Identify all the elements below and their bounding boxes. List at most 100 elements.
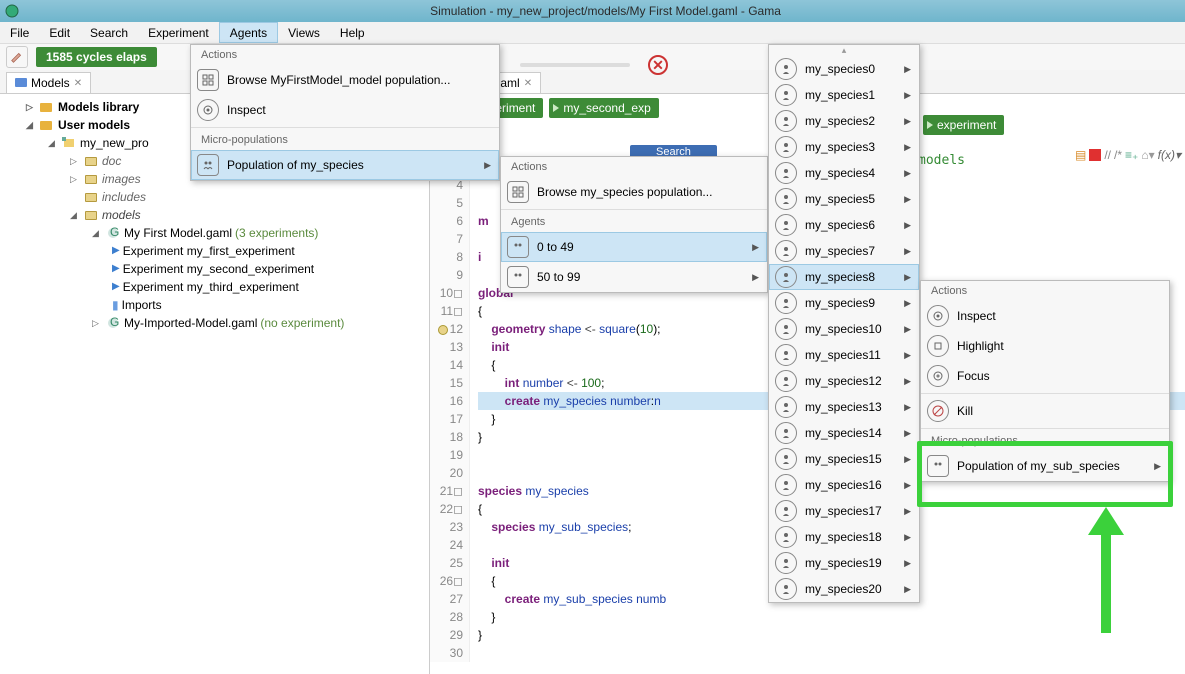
tree-user-models[interactable]: User models: [58, 116, 130, 134]
title-bar: Simulation - my_new_project/models/My Fi…: [0, 0, 1185, 22]
species-label: my_species14: [805, 426, 882, 440]
population-submenu: Actions Browse my_species population... …: [500, 156, 768, 293]
species-item-10[interactable]: my_species10▶: [769, 316, 919, 342]
menu-browse-species-population[interactable]: Browse my_species population...: [501, 177, 767, 207]
temple-icon[interactable]: ⌂▾: [1141, 148, 1154, 162]
species-label: my_species18: [805, 530, 882, 544]
menu-file[interactable]: File: [0, 22, 39, 43]
indent-icon[interactable]: ≡₊: [1125, 148, 1138, 162]
tree-imported-model[interactable]: My-Imported-Model.gaml: [124, 314, 257, 332]
run-third-experiment-button[interactable]: experiment: [923, 115, 1004, 135]
tree-exp1[interactable]: Experiment my_first_experiment: [123, 242, 295, 260]
experiment-label: experiment: [937, 118, 996, 132]
menu-population-species[interactable]: Population of my_species ▶: [191, 150, 499, 180]
agent-actions-dropdown: Actions Inspect Highlight Focus Kill Mic…: [920, 280, 1170, 482]
menu-focus-agent[interactable]: Focus: [921, 361, 1169, 391]
menu-highlight-agent[interactable]: Highlight: [921, 331, 1169, 361]
species-label: my_species6: [805, 218, 875, 232]
species-item-15[interactable]: my_species15▶: [769, 446, 919, 472]
folder-icon: [15, 76, 27, 90]
close-icon[interactable]: ✕: [524, 78, 532, 89]
chevron-right-icon: ▶: [904, 506, 911, 517]
species-item-19[interactable]: my_species19▶: [769, 550, 919, 576]
species-item-7[interactable]: my_species7▶: [769, 238, 919, 264]
species-item-5[interactable]: my_species5▶: [769, 186, 919, 212]
comment-icon[interactable]: //: [1104, 148, 1111, 162]
species-label: my_species13: [805, 400, 882, 414]
tree-first-model[interactable]: My First Model.gaml: [124, 224, 232, 242]
tree-exp3[interactable]: Experiment my_third_experiment: [123, 278, 299, 296]
stop-square-icon[interactable]: [1089, 149, 1101, 161]
chevron-right-icon: ▶: [904, 90, 911, 101]
tree-project[interactable]: my_new_pro: [80, 134, 149, 152]
section-micro: Micro-populations: [191, 130, 499, 150]
fx-icon[interactable]: f(x)▾: [1158, 148, 1181, 162]
menu-search[interactable]: Search: [80, 22, 138, 43]
menu-kill-agent[interactable]: Kill: [921, 396, 1169, 426]
menu-views[interactable]: Views: [278, 22, 330, 43]
species-item-17[interactable]: my_species17 ▶: [769, 498, 919, 524]
edit-icon[interactable]: [6, 46, 28, 68]
person-icon: [775, 84, 797, 106]
species-item-12[interactable]: my_species12▶: [769, 368, 919, 394]
models-tab[interactable]: Models ✕: [6, 72, 91, 93]
list-icon[interactable]: ▤: [1075, 148, 1086, 162]
tree-imports[interactable]: Imports: [122, 296, 162, 314]
chevron-right-icon: ▶: [904, 350, 911, 361]
menu-help[interactable]: Help: [330, 22, 375, 43]
block-comment-icon[interactable]: /*: [1114, 148, 1122, 162]
species-label: my_species17: [805, 504, 882, 518]
person-icon: [775, 422, 797, 444]
species-item-8[interactable]: my_species8▶: [769, 264, 919, 290]
species-item-20[interactable]: my_species20▶: [769, 576, 919, 602]
tree-exp2[interactable]: Experiment my_second_experiment: [123, 260, 314, 278]
tree-models-library[interactable]: Models library: [58, 98, 139, 116]
species-item-0[interactable]: my_species0▶: [769, 56, 919, 82]
species-item-3[interactable]: my_species3▶: [769, 134, 919, 160]
chevron-right-icon: ▶: [904, 584, 911, 595]
stop-button[interactable]: ✕: [648, 55, 668, 75]
species-item-14[interactable]: my_species14▶: [769, 420, 919, 446]
species-item-13[interactable]: my_species13▶: [769, 394, 919, 420]
experiments-count: (3 experiments): [235, 224, 318, 242]
species-item-2[interactable]: my_species2▶: [769, 108, 919, 134]
tree-models-folder[interactable]: models: [102, 206, 141, 224]
agents-menu-dropdown: Actions Browse MyFirstModel_model popula…: [190, 44, 500, 181]
person-icon: [775, 240, 797, 262]
menu-label: Highlight: [957, 339, 1004, 353]
menu-edit[interactable]: Edit: [39, 22, 80, 43]
person-icon: [775, 136, 797, 158]
species-item-9[interactable]: my_species9▶: [769, 290, 919, 316]
tree-includes[interactable]: includes: [102, 188, 146, 206]
person-icon: [775, 500, 797, 522]
species-label: my_species3: [805, 140, 875, 154]
species-label: my_species9: [805, 296, 875, 310]
run-second-experiment-button[interactable]: my_second_exp: [549, 98, 658, 118]
person-icon: [775, 162, 797, 184]
chevron-right-icon: ▶: [904, 220, 911, 231]
menu-range-0-49[interactable]: 0 to 49 ▶: [501, 232, 767, 262]
tree-images[interactable]: images: [102, 170, 141, 188]
person-icon: [775, 448, 797, 470]
tree-doc[interactable]: doc: [102, 152, 121, 170]
species-item-1[interactable]: my_species1▶: [769, 82, 919, 108]
menu-inspect-agent[interactable]: Inspect: [921, 301, 1169, 331]
species-item-11[interactable]: my_species11▶: [769, 342, 919, 368]
close-icon[interactable]: ✕: [74, 78, 82, 89]
species-item-4[interactable]: my_species4▶: [769, 160, 919, 186]
menu-agents[interactable]: Agents: [219, 22, 278, 43]
menu-browse-population[interactable]: Browse MyFirstModel_model population...: [191, 65, 499, 95]
person-icon: [775, 526, 797, 548]
menu-population-sub-species[interactable]: Population of my_sub_species ▶: [921, 451, 1169, 481]
svg-text:G: G: [110, 317, 119, 329]
menu-experiment[interactable]: Experiment: [138, 22, 219, 43]
species-label: my_species16: [805, 478, 882, 492]
menu-inspect[interactable]: Inspect: [191, 95, 499, 125]
progress-bar: [520, 63, 630, 67]
species-item-18[interactable]: my_species18▶: [769, 524, 919, 550]
menu-label: Browse MyFirstModel_model population...: [227, 73, 450, 87]
species-item-16[interactable]: my_species16▶: [769, 472, 919, 498]
species-item-6[interactable]: my_species6 ▶: [769, 212, 919, 238]
menu-range-50-99[interactable]: 50 to 99 ▶: [501, 262, 767, 292]
grid-icon: [197, 69, 219, 91]
